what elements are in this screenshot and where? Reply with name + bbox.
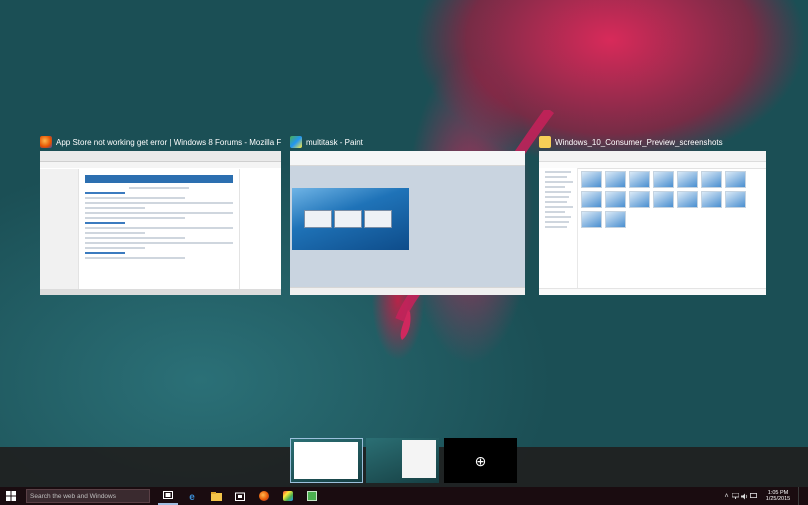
firefox-button[interactable]	[254, 487, 274, 505]
store-icon	[235, 492, 245, 501]
desktop-2-thumbnail[interactable]	[366, 438, 439, 483]
message-icon[interactable]	[749, 487, 758, 505]
file-explorer-button[interactable]	[206, 487, 226, 505]
spreadsheet-button[interactable]	[302, 487, 322, 505]
search-box[interactable]	[26, 489, 150, 503]
windows-logo-icon	[6, 491, 16, 501]
file-explorer-icon	[210, 491, 222, 501]
spreadsheet-icon	[307, 491, 317, 501]
network-icon[interactable]	[731, 487, 740, 505]
window-title: multitask - Paint	[306, 137, 363, 147]
folder-icon	[539, 136, 551, 148]
plus-icon: ⊕	[474, 452, 487, 469]
firefox-icon	[40, 136, 52, 148]
window-title: Windows_10_Consumer_Preview_screenshots	[555, 137, 723, 147]
window-thumbnail[interactable]	[539, 151, 766, 295]
window-title-row: Windows_10_Consumer_Preview_screenshots	[539, 134, 766, 150]
show-desktop-button[interactable]	[798, 487, 808, 505]
task-view-icon	[163, 491, 173, 499]
paint-button[interactable]	[278, 487, 298, 505]
clock-date: 1/25/2015	[765, 496, 791, 502]
clock[interactable]: 1:05 PM 1/25/2015	[758, 490, 798, 503]
desktop-1-thumbnail[interactable]	[290, 438, 363, 483]
volume-icon[interactable]	[740, 487, 749, 505]
window-thumbnail[interactable]	[40, 151, 281, 295]
task-view-button[interactable]	[158, 487, 178, 505]
taskbar: e ˄	[0, 487, 808, 505]
add-desktop-button[interactable]: ⊕	[444, 438, 517, 483]
search-input[interactable]	[30, 492, 149, 500]
window-title-row: multitask - Paint	[290, 134, 525, 150]
system-tray: ˄ 1:05 PM 1/25/2015	[722, 487, 808, 505]
start-button[interactable]	[0, 487, 22, 505]
edge-button[interactable]: e	[182, 487, 202, 505]
edge-icon: e	[189, 492, 195, 501]
paint-icon	[290, 136, 302, 148]
paint-icon	[283, 491, 293, 501]
firefox-icon	[259, 491, 269, 501]
window-title: App Store not working get error | Window…	[56, 137, 281, 147]
paint-canvas-image	[292, 188, 409, 250]
store-button[interactable]	[230, 487, 250, 505]
window-thumbnail[interactable]	[290, 151, 525, 295]
chevron-up-icon[interactable]: ˄	[722, 487, 731, 505]
window-title-row: App Store not working get error | Window…	[40, 134, 281, 150]
svg-text:e: e	[189, 492, 195, 501]
